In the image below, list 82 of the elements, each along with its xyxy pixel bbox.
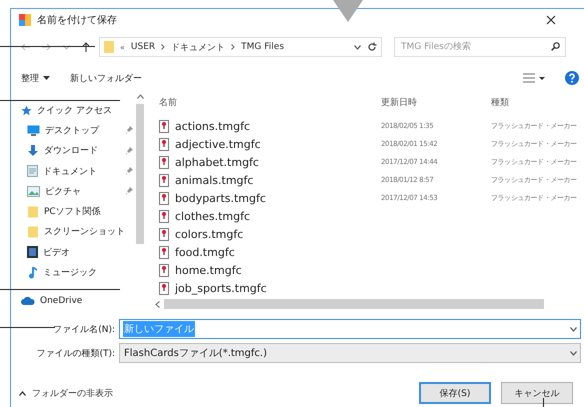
- caret-icon: [62, 44, 70, 50]
- download-icon: [27, 144, 39, 157]
- sidebar-item[interactable]: PCソフト関係: [21, 202, 133, 221]
- close-icon: [546, 15, 556, 25]
- sidebar-item[interactable]: クイック アクセス: [21, 101, 133, 120]
- file-icon: [159, 120, 169, 132]
- sidebar-item[interactable]: OneDrive: [21, 292, 133, 310]
- pin-icon: [125, 126, 133, 134]
- file-name[interactable]: home.tmgfc: [159, 264, 381, 276]
- breadcrumb-item[interactable]: TMG Files: [241, 42, 284, 52]
- folder-icon: [27, 206, 39, 218]
- sidebar-item[interactable]: ビデオ: [21, 243, 133, 262]
- file-name[interactable]: colors.tmgfc: [159, 228, 381, 240]
- file-icon: [159, 246, 169, 258]
- help-button[interactable]: [565, 71, 579, 85]
- refresh-icon: [367, 42, 377, 52]
- organize-button[interactable]: 整理: [21, 72, 50, 84]
- desktop-icon: [27, 124, 40, 136]
- save-button[interactable]: 保存(S): [419, 382, 491, 404]
- file-icon: [159, 282, 169, 294]
- column-header[interactable]: 種類: [491, 96, 584, 108]
- file-name[interactable]: adjective.tmgfc: [159, 138, 381, 150]
- file-icon: [159, 210, 169, 222]
- music-note-icon: [27, 266, 38, 279]
- file-name[interactable]: actions.tmgfc: [159, 120, 381, 132]
- document-icon: [27, 165, 38, 178]
- pin-icon: [125, 187, 133, 196]
- search-icon: [551, 42, 560, 51]
- view-button[interactable]: [523, 73, 545, 83]
- app-icon: [19, 14, 31, 26]
- field-label: ファイル名(N):: [53, 324, 115, 336]
- file-name[interactable]: job_sports.tmgfc: [159, 282, 381, 294]
- file-icon: [159, 264, 169, 276]
- pointer-triangle: [333, 0, 363, 22]
- picture-icon: [27, 186, 40, 197]
- scroll-up-icon: [136, 94, 144, 99]
- search-field[interactable]: TMG Filesの検索: [394, 37, 566, 57]
- star-icon: [21, 104, 32, 116]
- pin-icon: [125, 146, 133, 155]
- file-name[interactable]: animals.tmgfc: [159, 174, 381, 186]
- file-icon: [159, 228, 169, 240]
- sidebar-item[interactable]: デスクトップ: [21, 121, 133, 140]
- chevron-icon: [161, 44, 166, 50]
- leader-line: [0, 327, 55, 328]
- file-icon: [159, 174, 169, 186]
- breadcrumb-item[interactable]: ドキュメント: [171, 40, 226, 54]
- file-icon: [159, 138, 169, 150]
- breadcrumb-item[interactable]: USER: [130, 42, 156, 52]
- cancel-button[interactable]: キャンセル: [501, 382, 573, 404]
- file-name[interactable]: food.tmgfc: [159, 246, 381, 258]
- file-name[interactable]: bodyparts.tmgfc: [159, 192, 381, 204]
- column-header[interactable]: 更新日時: [381, 96, 491, 108]
- chevron-icon: [231, 44, 236, 50]
- caret-icon: [570, 326, 577, 332]
- caret-icon: [43, 76, 50, 80]
- sidebar-item[interactable]: ピクチャ: [21, 182, 133, 200]
- file-type-dropdown[interactable]: FlashCardsファイル(*.tmgfc.): [119, 343, 581, 363]
- folder-icon: [27, 226, 39, 238]
- overflow-marker: «: [120, 42, 125, 52]
- folder-icon: [104, 41, 114, 53]
- caret-icon: [570, 350, 577, 356]
- pin-icon: [125, 167, 133, 176]
- field-label: ファイルの種類(T):: [36, 348, 115, 360]
- scroll-left-icon: [155, 300, 160, 308]
- sidebar-item[interactable]: スクリーンショット: [21, 222, 133, 242]
- caret-icon: [19, 390, 26, 396]
- caret-icon: [354, 44, 361, 50]
- sidebar-item[interactable]: ダウンロード: [21, 142, 133, 160]
- column-header[interactable]: 名前: [159, 96, 381, 108]
- file-name[interactable]: alphabet.tmgfc: [159, 156, 381, 168]
- new-folder-button[interactable]: 新しいフォルダー: [70, 72, 142, 84]
- leader-line: [543, 398, 544, 407]
- file-icon: [159, 192, 169, 204]
- hide-folders-button[interactable]: フォルダーの非表示: [19, 386, 409, 400]
- film-icon: [27, 246, 38, 258]
- sidebar-item[interactable]: ミュージック: [21, 263, 133, 282]
- cloud-icon: [21, 296, 35, 306]
- sidebar-item[interactable]: ドキュメント: [21, 162, 133, 180]
- file-name[interactable]: clothes.tmgfc: [159, 210, 381, 222]
- file-icon: [159, 156, 169, 168]
- window-title: 名前を付けて保存: [37, 14, 118, 27]
- address-bar[interactable]: « USER ドキュメント TMG Files: [99, 37, 382, 57]
